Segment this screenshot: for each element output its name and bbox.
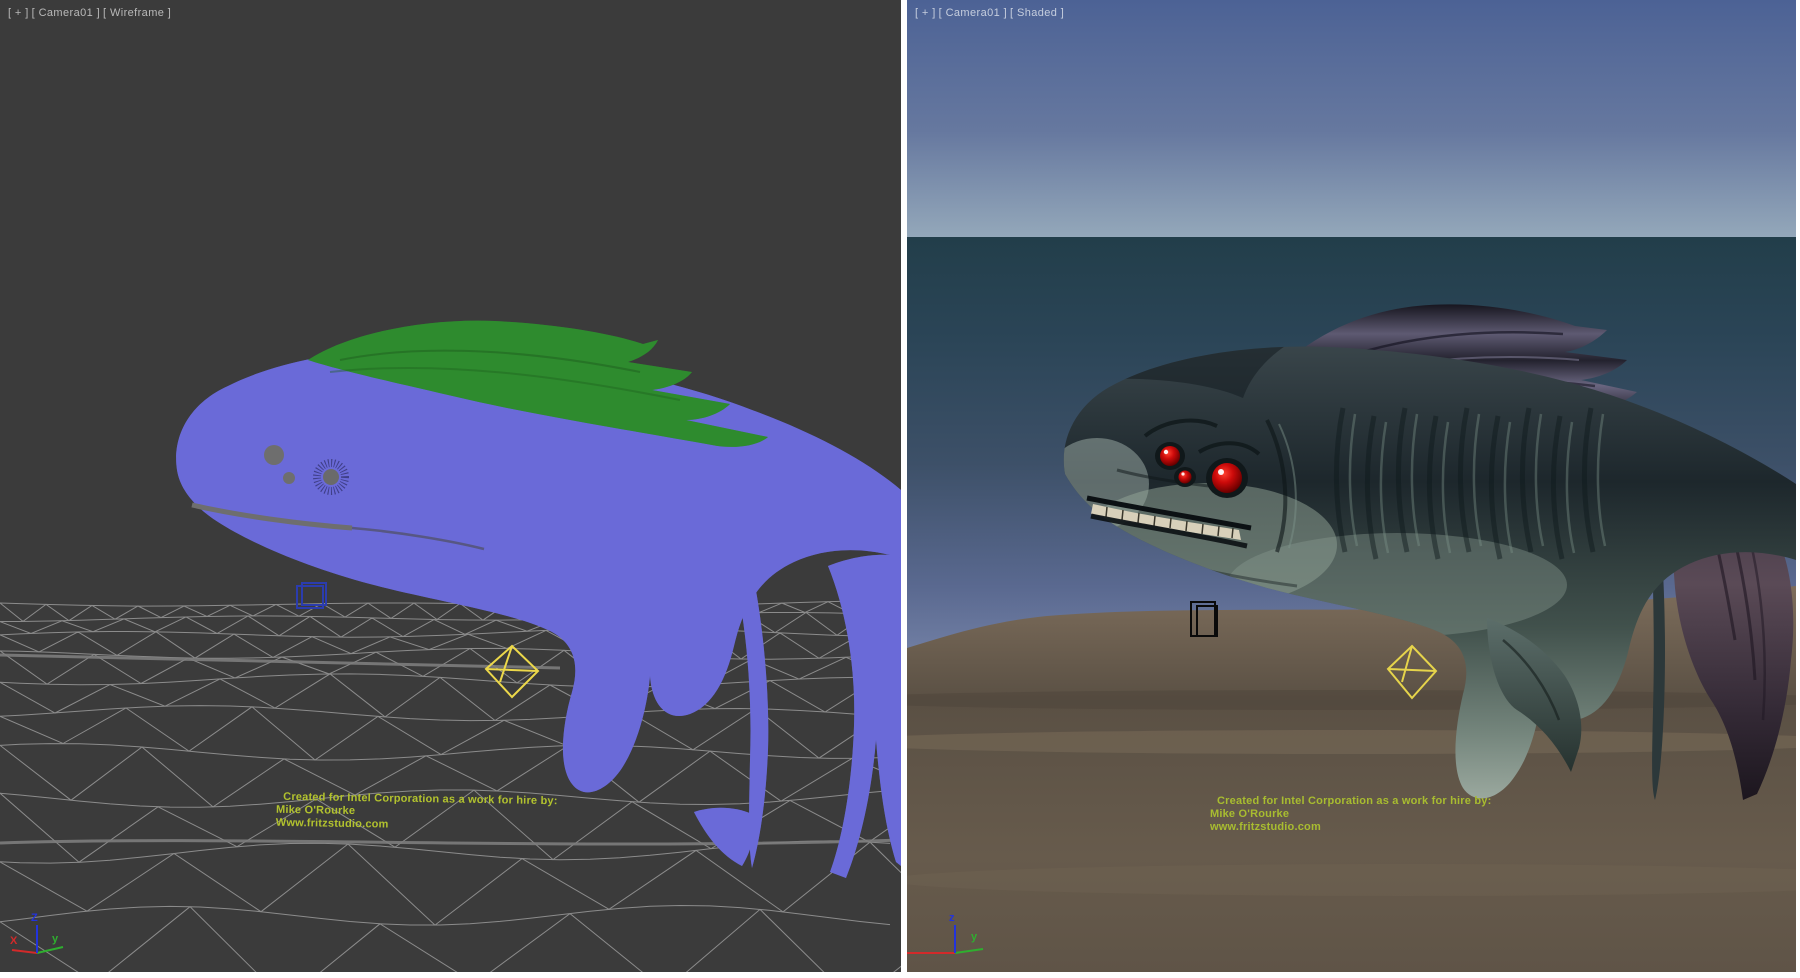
viewport-label: [ + ][ Camera01 ][ Wireframe ]	[8, 7, 174, 19]
axis-y-label: y	[971, 931, 978, 943]
viewport-menu-general[interactable]: [ + ]	[8, 7, 29, 19]
viewport-label: [ + ][ Camera01 ][ Shaded ]	[915, 7, 1067, 19]
sky	[907, 0, 1796, 238]
dual-viewport-canvas: X y Z [ + ][ Camera01 ][ Wireframe ] Cre…	[0, 0, 1800, 978]
axis-z-label: z	[949, 912, 955, 924]
eye-red-small	[1179, 471, 1192, 484]
viewport-wireframe[interactable]: X y Z [ + ][ Camera01 ][ Wireframe ] Cre…	[0, 0, 901, 972]
credit-line: Created for Intel Corporation as a work …	[1210, 795, 1491, 808]
eye-red-large	[1212, 463, 1242, 493]
credit-line: www.fritzstudio.com	[1210, 821, 1491, 834]
viewport-shaded[interactable]: y z [ + ][ Camera01 ][ Shaded ] Created …	[907, 0, 1796, 972]
viewport-menu-pov[interactable]: [ Camera01 ]	[939, 7, 1007, 19]
viewport-menu-general[interactable]: [ + ]	[915, 7, 936, 19]
axis-x-label: X	[10, 935, 18, 947]
viewport-menu-shading[interactable]: [ Shaded ]	[1010, 7, 1064, 19]
viewport-menu-shading[interactable]: [ Wireframe ]	[103, 7, 171, 19]
axis-y-label: y	[52, 933, 59, 945]
credit-line: Mike O'Rourke	[1210, 808, 1491, 821]
sand-light-band	[907, 864, 1796, 896]
eye-red	[1160, 446, 1180, 466]
eye-spot-large-core	[323, 469, 339, 485]
axis-z-label: Z	[31, 912, 38, 924]
scene-credit-text: Created for Intel Corporation as a work …	[276, 791, 558, 834]
eye-spot-small	[283, 472, 295, 484]
eye-spot	[264, 445, 284, 465]
viewport-menu-pov[interactable]: [ Camera01 ]	[32, 7, 100, 19]
scene-credit-text: Created for Intel Corporation as a work …	[1210, 795, 1491, 834]
